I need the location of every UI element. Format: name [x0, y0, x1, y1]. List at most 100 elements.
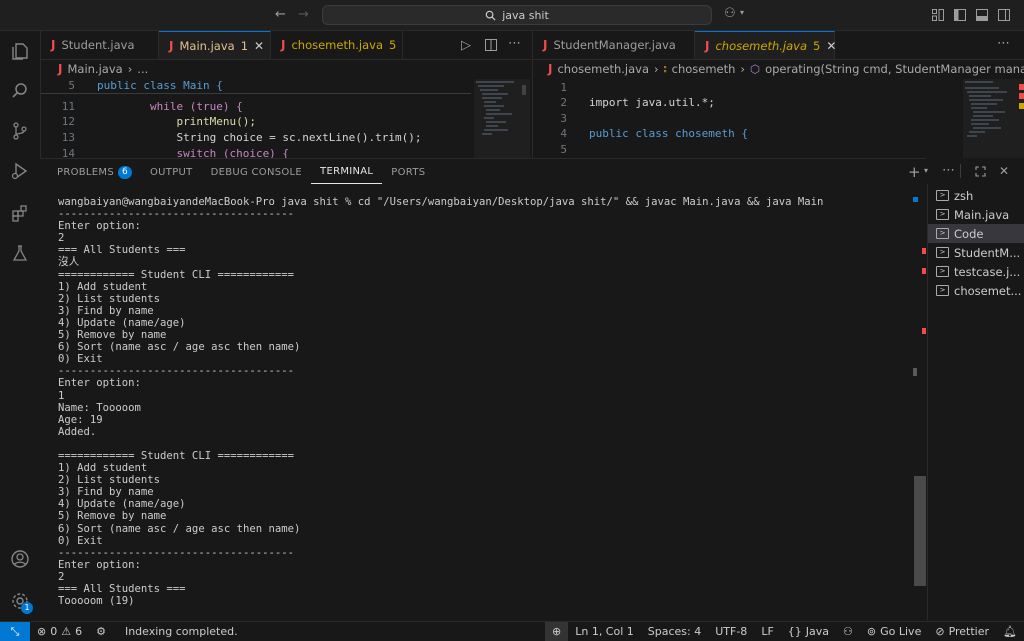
accounts-icon[interactable] — [8, 547, 32, 571]
more-actions-icon[interactable]: ⋯ — [508, 36, 521, 51]
breadcrumb: J chosemeth.java › ⦂ chosemeth › ⬡ opera… — [548, 59, 1024, 79]
copilot-menu-chevron-icon[interactable]: ▾ — [740, 8, 744, 17]
run-and-debug-icon[interactable] — [8, 159, 32, 183]
close-tab-icon[interactable]: ✕ — [826, 39, 836, 53]
terminal-line: 3) Find by name — [58, 304, 154, 317]
split-editor-icon[interactable] — [485, 39, 497, 51]
terminal-line: 2) List students — [58, 474, 161, 487]
tab-studentmanager-java[interactable]: J StudentManager.java — [533, 31, 695, 59]
panel-more-icon[interactable]: ⋯ — [942, 163, 955, 178]
left-editor-tabs: J Student.java J Main.java 1 ✕ J choseme… — [41, 31, 531, 60]
tab-debug-console[interactable]: DEBUG CONSOLE — [202, 160, 311, 184]
tab-ports[interactable]: PORTS — [382, 160, 434, 184]
breadcrumb-separator-icon: › — [127, 62, 133, 76]
activity-bar: 1 — [0, 31, 41, 621]
terminal-icon: > — [936, 228, 949, 239]
run-file-icon[interactable]: ▷ — [461, 38, 471, 53]
terminal-profile-chevron-icon[interactable]: ▾ — [924, 166, 928, 175]
chosemeth-java-editor[interactable]: 1 2 import java.util.*; 3 4 public class… — [533, 79, 963, 158]
end-of-line[interactable]: LF — [754, 622, 780, 641]
terminal-session-item[interactable]: > StudentM... — [928, 243, 1024, 262]
breadcrumb-file[interactable]: chosemeth.java — [557, 62, 649, 76]
tab-terminal[interactable]: TERMINAL — [311, 160, 383, 184]
manage-gear-icon[interactable]: 1 — [8, 589, 33, 614]
error-count: 0 — [50, 625, 58, 638]
terminal-session-label: StudentM... — [954, 245, 1021, 260]
tab-chosemeth-java-right[interactable]: J chosemeth.java 5 ✕ — [695, 31, 836, 59]
tab-main-java[interactable]: J Main.java 1 ✕ — [159, 31, 271, 59]
zoom-indicator[interactable]: ⊕ — [545, 622, 569, 641]
terminal-scroll-marker — [913, 197, 918, 202]
indentation[interactable]: Spaces: 4 — [641, 622, 708, 641]
breadcrumb-file[interactable]: Main.java — [67, 62, 122, 76]
tab-student-java[interactable]: J Student.java — [41, 31, 159, 59]
remote-indicator[interactable]: ⤡ — [0, 622, 30, 641]
go-live-button[interactable]: ⊚ Go Live — [860, 622, 928, 641]
notifications-bell-icon[interactable]: 🔔︎ — [996, 622, 1024, 641]
terminal-line: Enter option: — [58, 377, 141, 390]
copilot-icon[interactable]: ⚇ — [724, 6, 736, 21]
line-number: 5 — [68, 79, 75, 92]
terminal-session-item[interactable]: > zsh — [928, 186, 1024, 205]
toggle-primary-sidebar-icon[interactable] — [954, 9, 966, 21]
breadcrumb-class[interactable]: chosemeth — [672, 62, 736, 76]
terminal-line: Age: 19 — [58, 413, 103, 426]
tab-output[interactable]: OUTPUT — [141, 160, 202, 184]
toggle-panel-icon[interactable] — [976, 9, 988, 21]
source-control-icon[interactable] — [8, 119, 32, 143]
java-file-icon: J — [58, 62, 63, 76]
customize-layout-icon[interactable] — [932, 9, 944, 21]
left-minimap[interactable] — [474, 79, 530, 158]
new-terminal-plus-icon[interactable]: + — [908, 163, 921, 181]
explorer-icon[interactable] — [8, 39, 32, 63]
right-minimap[interactable] — [963, 79, 1024, 158]
terminal-session-item[interactable]: > Code — [928, 224, 1024, 243]
line-number: 5 — [560, 143, 567, 156]
maximize-panel-icon[interactable] — [975, 166, 986, 177]
terminal-output[interactable]: wangbaiyan@wangbaiyandeMacBook-Pro java … — [58, 196, 908, 616]
java-settings-icon[interactable]: ⚙ — [89, 622, 113, 641]
more-actions-icon[interactable]: ⋯ — [997, 36, 1010, 51]
tab-chosemeth-java[interactable]: J chosemeth.java 5 — [271, 31, 403, 59]
code-line: printMenu(); — [97, 115, 256, 128]
terminal-line: === All Students === — [58, 244, 186, 257]
prettier-button[interactable]: ⊘ Prettier — [928, 622, 996, 641]
terminal-session-label: zsh — [954, 188, 974, 203]
terminal-line: 1) Add student — [58, 462, 148, 475]
terminal-session-item[interactable]: > testcase.j... — [928, 262, 1024, 281]
terminal-line: === All Students === — [58, 583, 186, 595]
broadcast-icon: ⊚ — [866, 625, 877, 638]
problems-indicator[interactable]: ⊗ 0 ⚠ 6 — [30, 622, 89, 641]
terminal-session-item[interactable]: > chosemet... — [928, 281, 1024, 300]
terminal-line: Tooooom (19) — [58, 595, 135, 608]
command-center-search[interactable]: java shit — [322, 5, 712, 25]
close-panel-icon[interactable]: ✕ — [999, 164, 1009, 178]
copilot-status-icon[interactable]: ⚇ — [836, 622, 860, 641]
line-number: 3 — [560, 112, 567, 125]
close-tab-icon[interactable]: ✕ — [254, 39, 264, 53]
line-number: 13 — [61, 131, 75, 144]
main-java-editor[interactable]: 5 public class Main { 11 while (true) { … — [41, 79, 471, 160]
zoom-icon: ⊕ — [552, 625, 562, 638]
search-view-icon[interactable] — [8, 79, 32, 103]
terminal-scrollbar-thumb[interactable] — [914, 476, 926, 586]
testing-flask-icon[interactable] — [8, 241, 32, 265]
java-file-icon: J — [169, 38, 174, 53]
terminal-session-item[interactable]: > Main.java — [928, 205, 1024, 224]
code-line: while (true) { — [97, 100, 243, 113]
tab-label: PORTS — [391, 166, 426, 178]
tab-problems[interactable]: PROBLEMS 6 — [48, 160, 141, 184]
problems-count-badge: 6 — [117, 165, 133, 179]
breadcrumb-more[interactable]: ... — [137, 62, 148, 76]
language-mode[interactable]: {} Java — [781, 622, 836, 641]
back-arrow-icon[interactable]: ← — [275, 7, 286, 22]
forward-arrow-icon[interactable]: → — [298, 7, 309, 22]
cursor-position[interactable]: Ln 1, Col 1 — [568, 622, 641, 641]
terminal-line: 4) Update (name/age) — [58, 498, 186, 511]
toggle-secondary-sidebar-icon[interactable] — [998, 9, 1010, 21]
breadcrumb-method[interactable]: operating(String cmd, StudentManager man… — [765, 62, 1024, 76]
encoding[interactable]: UTF-8 — [708, 622, 754, 641]
extensions-icon[interactable] — [8, 201, 32, 225]
search-text: java shit — [502, 8, 549, 22]
